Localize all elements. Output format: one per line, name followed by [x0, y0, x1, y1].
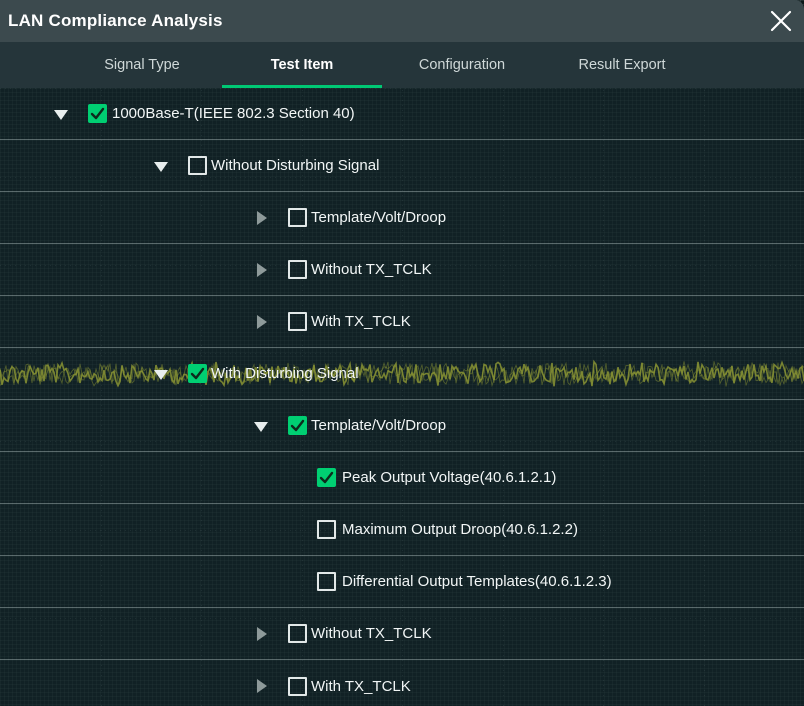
- tree-row-label: With TX_TCLK: [311, 677, 411, 695]
- tree-row[interactable]: Without TX_TCLK: [0, 608, 804, 660]
- tree-row[interactable]: Peak Output Voltage(40.6.1.2.1): [0, 452, 804, 504]
- dialog-titlebar: LAN Compliance Analysis: [0, 0, 804, 42]
- tab-label: Test Item: [270, 57, 334, 73]
- tree-row[interactable]: With TX_TCLK: [0, 660, 804, 706]
- tree-row-label: Template/Volt/Droop: [311, 209, 447, 226]
- tree-row-label: With Disturbing Signal: [211, 365, 359, 382]
- tab-result-export[interactable]: Result Export: [542, 42, 702, 88]
- tree-row-label: 1000Base-T(IEEE 802.3 Section 40): [112, 105, 355, 122]
- checkbox-unchecked-icon[interactable]: [288, 260, 307, 279]
- triangle-down-icon[interactable]: [150, 155, 172, 177]
- lan-compliance-analysis-dialog: LAN Compliance Analysis Signal Type Test …: [0, 0, 804, 706]
- tree-row[interactable]: Template/Volt/Droop: [0, 400, 804, 452]
- tree-row[interactable]: Differential Output Templates(40.6.1.2.3…: [0, 556, 804, 608]
- tree-row-label: Template/Volt/Droop: [311, 417, 447, 434]
- checkbox-unchecked-icon[interactable]: [288, 676, 307, 696]
- tab-bar: Signal Type Test Item Configuration Result …: [0, 42, 804, 88]
- checkbox-unchecked-icon[interactable]: [188, 156, 207, 175]
- triangle-right-icon[interactable]: [250, 675, 272, 697]
- tree-row[interactable]: With Disturbing Signal: [0, 348, 804, 400]
- tree-row[interactable]: Without TX_TCLK: [0, 244, 804, 296]
- checkbox-unchecked-icon[interactable]: [288, 624, 307, 643]
- tree-row-label: With TX_TCLK: [311, 313, 411, 330]
- disturbing-signal-waveform: [0, 359, 804, 388]
- tree-row-label: Without TX_TCLK: [311, 261, 432, 278]
- checkbox-unchecked-icon[interactable]: [317, 520, 336, 539]
- tree-row[interactable]: Maximum Output Droop(40.6.1.2.2): [0, 504, 804, 556]
- tree-row[interactable]: 1000Base-T(IEEE 802.3 Section 40): [0, 88, 804, 140]
- triangle-down-icon[interactable]: [250, 415, 272, 437]
- checkbox-unchecked-icon[interactable]: [317, 572, 336, 591]
- tree-row-label: Without TX_TCLK: [311, 625, 432, 642]
- tree-row[interactable]: With TX_TCLK: [0, 296, 804, 348]
- triangle-right-icon[interactable]: [250, 311, 272, 333]
- triangle-down-icon[interactable]: [50, 103, 72, 125]
- checkbox-unchecked-icon[interactable]: [288, 312, 307, 331]
- checkbox-unchecked-icon[interactable]: [288, 208, 307, 227]
- tab-label: Signal Type: [104, 57, 180, 73]
- checkbox-checked-icon[interactable]: [288, 416, 307, 435]
- tree-row-label: Differential Output Templates(40.6.1.2.3…: [342, 573, 612, 590]
- triangle-right-icon[interactable]: [250, 623, 272, 645]
- tree-row[interactable]: Without Disturbing Signal: [0, 140, 804, 192]
- tree-row-label: Maximum Output Droop(40.6.1.2.2): [342, 521, 578, 538]
- tab-signal-type[interactable]: Signal Type: [62, 42, 222, 88]
- dialog-title: LAN Compliance Analysis: [8, 11, 223, 30]
- tree-row-label: Peak Output Voltage(40.6.1.2.1): [342, 469, 557, 486]
- checkbox-checked-icon[interactable]: [317, 468, 336, 487]
- tab-configuration[interactable]: Configuration: [382, 42, 542, 88]
- triangle-right-icon[interactable]: [250, 207, 272, 229]
- tree-row-label: Without Disturbing Signal: [211, 157, 380, 174]
- close-icon[interactable]: [764, 4, 798, 38]
- tree-row[interactable]: Template/Volt/Droop: [0, 192, 804, 244]
- triangle-right-icon[interactable]: [250, 259, 272, 281]
- test-item-tree: 1000Base-T(IEEE 802.3 Section 40) Without…: [0, 88, 804, 706]
- triangle-down-icon[interactable]: [150, 363, 172, 385]
- checkbox-checked-icon[interactable]: [88, 104, 107, 123]
- tab-label: Result Export: [578, 57, 666, 73]
- checkbox-checked-icon[interactable]: [188, 364, 207, 383]
- tab-test-item[interactable]: Test Item: [222, 42, 382, 88]
- tab-label: Configuration: [418, 57, 506, 73]
